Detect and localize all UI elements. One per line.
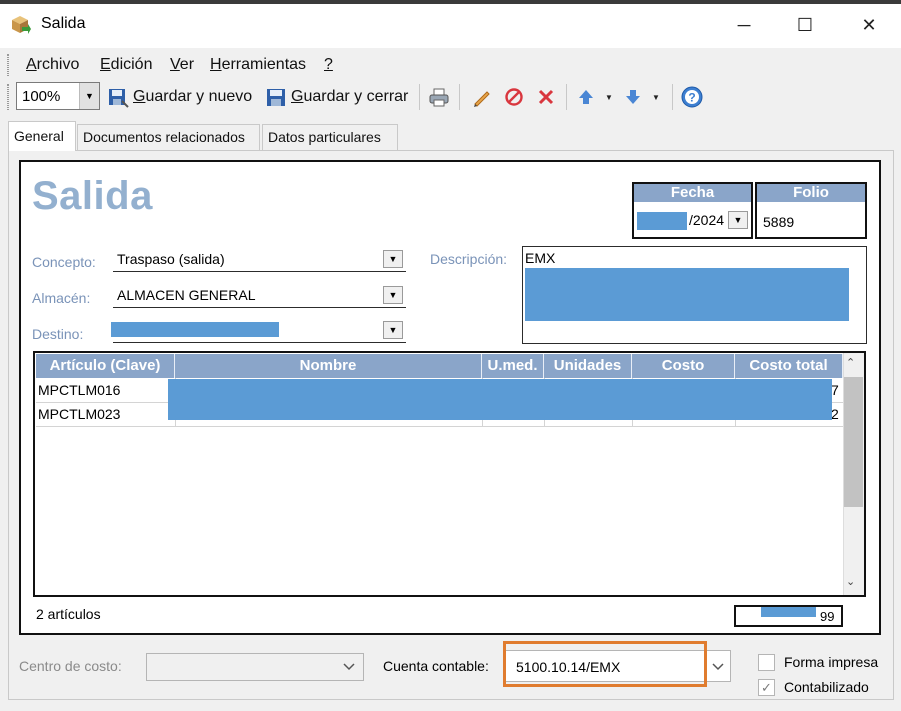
scroll-up-icon[interactable]: ⌃ (846, 356, 855, 369)
concepto-label: Concepto: (32, 254, 96, 270)
chevron-down-icon: ▼ (733, 215, 743, 225)
tab-documentos-relacionados[interactable]: Documentos relacionados (77, 124, 260, 150)
toolbar-separator (459, 84, 460, 110)
row-clave: MPCTLM016 (38, 382, 121, 398)
menu-help[interactable]: ? (324, 56, 333, 74)
zoom-select[interactable]: 100% ▼ (16, 82, 100, 110)
scroll-thumb[interactable] (844, 377, 863, 507)
descripcion-redacted (525, 268, 849, 321)
col-header-costo-total[interactable]: Costo total (735, 354, 843, 378)
concepto-select[interactable]: Traspaso (salida) ▼ (113, 247, 406, 272)
tab-datos-particulares[interactable]: Datos particulares (262, 124, 398, 150)
tab-general[interactable]: General (8, 121, 76, 151)
col-header-unidades[interactable]: Unidades (544, 354, 632, 378)
menu-ver[interactable]: Ver (170, 56, 194, 74)
cancel-icon[interactable] (502, 85, 526, 109)
chevron-down-icon[interactable] (712, 663, 724, 671)
row-clave: MPCTLM023 (38, 406, 121, 422)
highlight-box (503, 641, 707, 687)
descripcion-value: EMX (525, 250, 556, 266)
close-icon: ✕ (861, 14, 877, 35)
forma-impresa-checkbox[interactable] (758, 654, 775, 671)
svg-text:?: ? (688, 91, 695, 105)
almacen-label: Almacén: (32, 290, 91, 306)
guardar-y-cerrar-button[interactable]: Guardar y cerrar (291, 88, 408, 106)
folio-label: Folio (757, 184, 865, 203)
minimize-button[interactable]: ─ (721, 6, 767, 44)
fecha-redacted (637, 212, 687, 230)
chevron-down-icon[interactable]: ▼ (383, 321, 403, 339)
centro-costo-select[interactable] (146, 653, 364, 681)
forma-impresa-label: Forma impresa (784, 654, 879, 670)
edit-pencil-icon[interactable] (470, 85, 494, 109)
row-divider (36, 426, 843, 427)
check-icon: ✓ (761, 679, 772, 695)
destino-redacted (111, 322, 279, 337)
grand-total-field: 99 (734, 605, 843, 627)
folio-value[interactable]: 5889 (763, 214, 794, 230)
col-header-umed[interactable]: U.med. (482, 354, 544, 378)
fecha-calendar-button[interactable]: ▼ (728, 211, 748, 229)
menu-archivo[interactable]: Archivo (26, 56, 79, 74)
print-icon[interactable] (427, 85, 451, 109)
cuenta-contable-label: Cuenta contable: (383, 658, 489, 674)
maximize-icon: ☐ (796, 14, 814, 35)
window-title: Salida (41, 15, 86, 32)
toolbar-separator (672, 84, 673, 110)
menu-edicion[interactable]: Edición (100, 56, 152, 74)
articles-grid: Artículo (Clave) Nombre U.med. Unidades … (33, 351, 866, 597)
help-icon[interactable]: ? (680, 85, 704, 109)
fecha-label: Fecha (634, 184, 751, 203)
window-top-edge (0, 0, 901, 4)
arrow-up-dropdown-icon[interactable]: ▼ (605, 93, 613, 102)
menu-grip (7, 54, 9, 76)
menu-herramientas[interactable]: Herramientas (210, 56, 306, 74)
folio-box: Folio 5889 (755, 182, 867, 239)
fecha-box: Fecha /2024 ▼ (632, 182, 753, 239)
maximize-button[interactable]: ☐ (782, 6, 828, 44)
destino-select[interactable]: ▼ (111, 318, 406, 343)
chevron-down-icon[interactable]: ▼ (383, 286, 403, 304)
col-header-costo[interactable]: Costo (632, 354, 735, 378)
row-costo-total: 7 (831, 382, 839, 398)
close-button[interactable]: ✕ (846, 6, 892, 44)
grid-redacted (168, 379, 832, 420)
save-new-icon[interactable] (106, 85, 130, 109)
grand-total-value: 99 (820, 609, 835, 624)
scroll-down-icon[interactable]: ⌄ (846, 575, 855, 588)
col-header-articulo[interactable]: Artículo (Clave) (36, 354, 175, 378)
descripcion-textarea[interactable]: EMX (522, 246, 867, 344)
guardar-y-nuevo-button[interactable]: Guardar y nuevo (133, 88, 252, 106)
almacen-value: ALMACEN GENERAL (117, 287, 256, 303)
toolbar-separator (566, 84, 567, 110)
chevron-down-icon (343, 663, 355, 671)
concepto-value: Traspaso (salida) (117, 251, 225, 267)
articles-count: 2 artículos (36, 606, 101, 622)
toolbar-separator (419, 84, 420, 110)
chevron-down-icon[interactable]: ▼ (383, 250, 403, 268)
fecha-value[interactable]: /2024 (689, 212, 729, 228)
arrow-up-icon[interactable] (574, 85, 598, 109)
arrow-down-icon[interactable] (621, 85, 645, 109)
centro-costo-label: Centro de costo: (19, 658, 122, 674)
chevron-down-icon[interactable]: ▼ (79, 83, 99, 109)
toolbar-grip (7, 84, 9, 110)
contabilizado-checkbox[interactable]: ✓ (758, 679, 775, 696)
almacen-select[interactable]: ALMACEN GENERAL ▼ (113, 283, 406, 308)
descripcion-label: Descripción: (430, 251, 508, 267)
minimize-icon: ─ (737, 14, 751, 35)
package-icon (9, 13, 31, 35)
save-close-icon[interactable] (264, 85, 288, 109)
row-costo-total: 2 (831, 406, 839, 422)
grand-total-redacted (761, 607, 816, 617)
zoom-value: 100% (22, 88, 61, 105)
contabilizado-label: Contabilizado (784, 679, 869, 695)
col-header-nombre[interactable]: Nombre (175, 354, 482, 378)
arrow-down-dropdown-icon[interactable]: ▼ (652, 93, 660, 102)
page-title: Salida (32, 174, 153, 218)
destino-label: Destino: (32, 326, 84, 342)
delete-icon[interactable] (534, 85, 558, 109)
